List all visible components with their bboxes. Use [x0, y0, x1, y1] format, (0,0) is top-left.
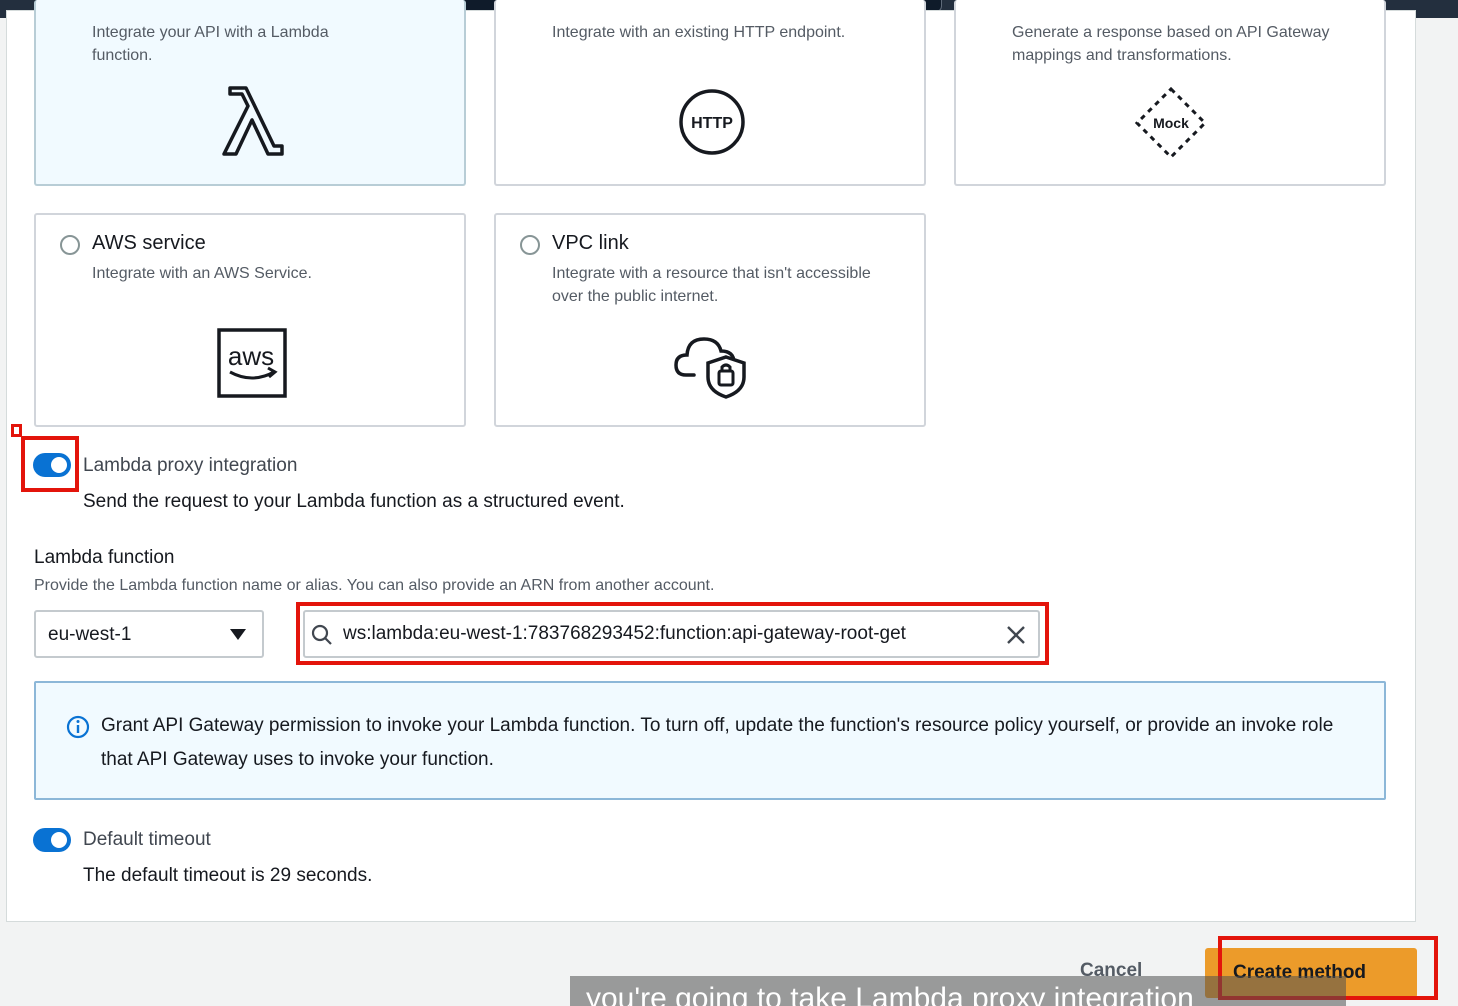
- card-description: Integrate with a resource that isn't acc…: [552, 265, 871, 305]
- integration-type-card-http[interactable]: Integrate with an existing HTTP endpoint…: [494, 0, 926, 186]
- default-timeout-label: Default timeout: [83, 829, 211, 850]
- info-icon: [66, 715, 90, 739]
- permission-info-alert: Grant API Gateway permission to invoke y…: [34, 681, 1386, 800]
- region-select-value: eu-west-1: [48, 624, 132, 645]
- video-caption-text: you're going to take Lambda proxy integr…: [586, 982, 1194, 1006]
- highlight-box-function-input: [296, 602, 1049, 665]
- lambda-function-hint: Provide the Lambda function name or alia…: [34, 577, 715, 594]
- integration-type-card-vpc-link[interactable]: VPC link Integrate with a resource that …: [494, 213, 926, 427]
- region-select[interactable]: eu-west-1: [34, 610, 264, 658]
- lambda-proxy-integration-description: Send the request to your Lambda function…: [83, 491, 625, 512]
- card-description: Integrate your API with a Lambda functio…: [92, 24, 329, 64]
- card-description: Integrate with an existing HTTP endpoint…: [552, 24, 846, 41]
- vpc-link-radio[interactable]: [520, 235, 540, 255]
- card-title: VPC link: [552, 232, 629, 254]
- http-icon-label: HTTP: [691, 115, 733, 132]
- aws-icon: aws: [217, 328, 287, 398]
- card-description: Generate a response based on API Gateway…: [1012, 24, 1330, 64]
- cloud-lock-icon: [674, 337, 746, 399]
- aws-service-radio[interactable]: [60, 235, 80, 255]
- aws-icon-label: aws: [228, 341, 274, 371]
- card-description: Integrate with an AWS Service.: [92, 265, 312, 282]
- lambda-proxy-integration-label: Lambda proxy integration: [83, 455, 298, 476]
- caret-down-icon: [230, 629, 246, 640]
- mock-icon: Mock: [1134, 86, 1208, 160]
- integration-type-card-lambda[interactable]: Integrate your API with a Lambda functio…: [34, 0, 466, 186]
- default-timeout-toggle[interactable]: [33, 828, 71, 852]
- integration-type-card-aws-service[interactable]: AWS service Integrate with an AWS Servic…: [34, 213, 466, 427]
- permission-info-message: Grant API Gateway permission to invoke y…: [101, 715, 1334, 770]
- mock-icon-label: Mock: [1153, 115, 1189, 131]
- lambda-icon: [222, 86, 284, 156]
- integration-type-card-mock[interactable]: Generate a response based on API Gateway…: [954, 0, 1386, 186]
- default-timeout-description: The default timeout is 29 seconds.: [83, 865, 373, 886]
- video-caption: you're going to take Lambda proxy integr…: [570, 976, 1346, 1006]
- lambda-function-label: Lambda function: [34, 547, 175, 568]
- highlight-box-proxy-toggle: [21, 436, 79, 492]
- http-icon: HTTP: [679, 89, 745, 155]
- card-title: AWS service: [92, 232, 206, 254]
